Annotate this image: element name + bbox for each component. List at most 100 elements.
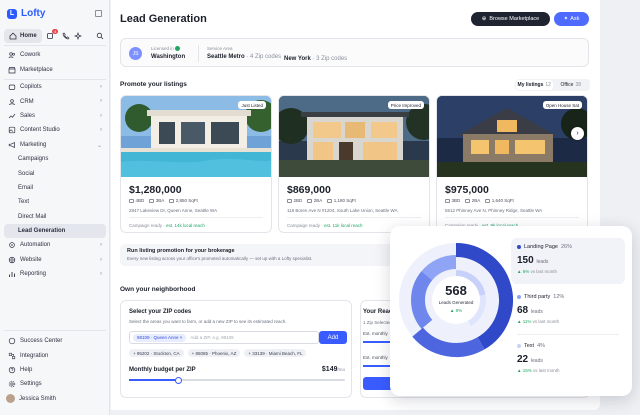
gear-icon [8,380,16,388]
agent-avatar: JS [129,47,142,60]
add-zip-button[interactable]: Add [319,331,347,344]
sidebar-item-sales[interactable]: Sales › [4,109,106,123]
divider [287,217,421,218]
divider [4,330,106,331]
sidebar-item-reporting[interactable]: Reporting › [4,267,106,281]
sidebar-item-lead-generation[interactable]: Lead Generation [4,223,106,239]
bed-icon [287,198,292,203]
service-area-2-name[interactable]: New York [284,56,311,62]
baths: 2BA [313,198,323,203]
listing-address: 5512 Phinney Ave N, Phinney Ridge, Seatt… [445,208,543,213]
tab-my-listings[interactable]: My listings 12 [516,80,553,90]
sidebar-item-integration[interactable]: Integration [4,348,106,362]
sidebar-item-success-center[interactable]: Success Center [4,334,106,348]
legend-item-landing-page[interactable]: Landing Page 26% 150 leads ▲ 6% vs last m… [511,238,625,284]
service-area-2: New York · 3 Zip codes [284,56,347,62]
sidebar-item-label: Sales [20,112,36,119]
listing-address: 2847 Lakeview Dr, Queen Anne, Seattle WA [129,208,218,213]
tab-office[interactable]: Office 38 [553,80,590,90]
suggested-zip-chip[interactable]: + 95202 · Stockton, CA [129,349,184,357]
promo-title: Run listing promotion for your brokerage [127,248,235,254]
sidebar-item-crm[interactable]: CRM › [4,94,106,108]
selected-zip-chip[interactable]: 98109 · Queen Anne × [133,333,187,342]
notification-count-badge: 4 [52,29,58,34]
sidebar-item-marketing[interactable]: Marketing ⌄ [4,138,106,152]
megaphone-icon [8,141,16,149]
tab-count: 12 [545,82,551,88]
legend-delta-note: vs last month [530,269,557,274]
globe-icon [8,256,16,264]
sidebar-item-label: Campaigns [18,156,49,163]
listing-card[interactable]: Open House Sat $975,000 3BD 2BA 1,640 Sq… [436,95,588,233]
legend-item-text[interactable]: Text 4% 22 leads ▲ 15% vs last month [511,337,625,383]
sidebar-item-text[interactable]: Text [4,195,106,209]
zip-input[interactable]: 98109 · Queen Anne × Add a ZIP, e.g. 981… [129,331,319,344]
sidebar-item-label: Settings [20,381,42,388]
sidebar-item-direct-mail[interactable]: Direct Mail [4,210,106,224]
people-icon [8,51,16,59]
campaign-reach: est. 14k local reach [166,223,205,228]
sidebar-item-content-studio[interactable]: Content Studio › [4,123,106,137]
total-leads-label: Leads Generated [438,300,474,305]
sidebar-item-settings[interactable]: Settings [4,377,106,391]
sidebar-item-label: Marketing [20,141,47,148]
listing-photo: Open House Sat [437,96,587,177]
sidebar-item-copilots[interactable]: Copilots › [4,80,106,94]
ask-button[interactable]: ✦ Ask [554,12,589,26]
suggested-zip-chip[interactable]: + 33139 · Miami Beach, FL [244,349,307,357]
listings-section-title: Promote your listings [120,81,187,88]
zip-card-subtitle: Select the areas you want to farm, or ad… [129,319,287,324]
suggested-zip-chip[interactable]: + 85085 · Phoenix, AZ [187,349,241,357]
sidebar-item-help[interactable]: Help [4,363,106,377]
listing-card[interactable]: Price Improved $869,000 2BD 2BA 1,180 Sq… [278,95,430,233]
slider-fill [129,379,179,381]
notifications-icon[interactable]: 4 [46,29,58,40]
slider-handle[interactable] [175,376,183,384]
sidebar-item-label: Help [20,366,33,373]
reach-bar-fill [363,365,390,367]
sidebar-item-automation[interactable]: Automation › [4,238,106,252]
beds: 4BD [135,198,145,203]
sidebar-item-label: Success Center [20,338,63,345]
chevron-right-icon: › [100,256,102,263]
sidebar-item-campaigns[interactable]: Campaigns [4,152,106,166]
listing-photo: Just Listed [121,96,271,177]
sidebar-item-label: Email [18,184,34,191]
logo-text: Lofty [21,8,46,19]
sidebar-item-website[interactable]: Website › [4,253,106,267]
campaign-ready: Campaign ready · [287,223,323,228]
help-icon [8,366,16,374]
sidebar-item-label: Home [20,33,37,39]
phone-icon[interactable] [62,32,70,40]
listing-card[interactable]: Just Listed $1,280,000 4BD 3BA 2,850 SqF… [120,95,272,233]
legend-unit: leads [530,309,543,315]
reach-row-label: Est. monthly [363,331,388,336]
divider [129,217,263,218]
license-state: Licensed in Washington [151,46,185,60]
logo-mark-icon: L [7,8,17,19]
sparkle-icon[interactable] [73,32,82,40]
sidebar-item-cowork[interactable]: Cowork [4,48,106,62]
baths: 2BA [471,198,481,203]
donut-center: 568 Leads Generated ▲ 8% [431,283,481,313]
browse-marketplace-button[interactable]: ⊕ Browse Marketplace [471,12,550,26]
tab-label: Office [560,82,574,88]
sidebar-item-label: CRM [20,98,34,105]
service-area-1-name[interactable]: Seattle Metro [207,54,245,60]
collapse-sidebar-icon[interactable] [95,10,102,17]
sidebar-item-social[interactable]: Social [4,166,106,180]
user-profile[interactable]: Jessica Smith [6,394,56,403]
sidebar-item-email[interactable]: Email [4,181,106,195]
sidebar-item-marketplace[interactable]: Marketplace [4,62,106,76]
sidebar-top-bar: Home 4 [4,29,106,43]
legend-item-third-party[interactable]: Third party 12% 68 leads ▲ 11% vs last mo… [511,288,625,334]
budget-label: Monthly budget per ZIP [129,367,196,373]
next-listing-button[interactable]: › [571,127,584,140]
listing-tag: Open House Sat [542,101,582,109]
search-icon[interactable] [96,32,104,40]
logo[interactable]: L Lofty [7,8,45,19]
budget-slider[interactable] [129,376,345,384]
sidebar-item-home[interactable]: Home [4,29,42,43]
divider [4,45,106,46]
chevron-right-icon: › [576,130,579,137]
